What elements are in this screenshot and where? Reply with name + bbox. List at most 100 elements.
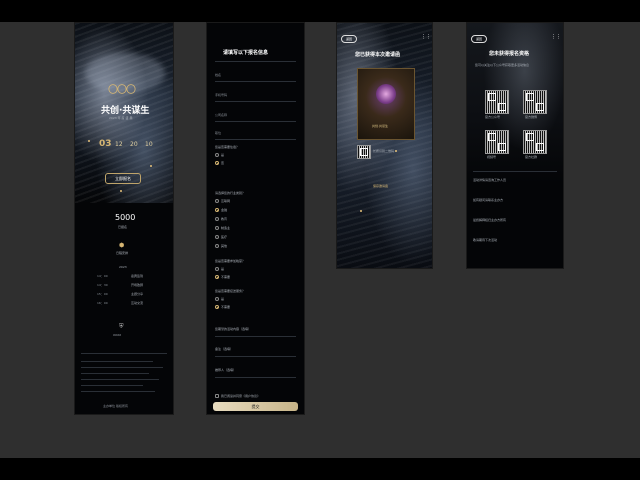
invitation-title: 您已获得本次邀请函 [355, 52, 401, 58]
countdown-seconds: 10 [145, 141, 153, 148]
invitation-card: 共创·共谋生 [357, 68, 415, 140]
signup-button[interactable]: 立即报名 [105, 173, 141, 184]
brand-name: XXXX [113, 333, 122, 337]
schedule-year: 2023 [119, 265, 127, 269]
schedule-item-4: 互动交流 [131, 301, 144, 305]
qr-code-3 [485, 130, 509, 154]
field-name[interactable]: 姓名 [215, 73, 221, 77]
sparkle [88, 140, 90, 142]
signup-form-screen: 请填写以下报名信息 姓名 手机号码 公司名称 职位 您是否需要住宿？ 是 否 请… [207, 23, 304, 414]
radio-dinner-no-label: 不需要 [221, 275, 231, 279]
qr-code-4 [523, 130, 547, 154]
schedule-item-2: 开场致辞 [131, 283, 144, 287]
radio-industry-3[interactable] [215, 217, 219, 221]
radio-industry-5-label: 医疗 [221, 235, 228, 239]
landing-page-screen: 〇〇〇 共创·共谋生 2023 年 度 盛 典 03 12 20 10 立即报名… [75, 23, 173, 414]
radio-dinner-no[interactable] [215, 275, 219, 279]
back-button[interactable]: 返回 [471, 35, 487, 43]
header-background [467, 23, 563, 183]
menu-icon[interactable]: ⋮⋮ [551, 34, 561, 40]
text-line [81, 379, 159, 380]
footer-text: 主办单位 版权所有 [103, 404, 128, 408]
text-field-notes[interactable]: 备注（选填） [215, 347, 233, 351]
save-invitation-link[interactable]: 保存邀请函 [373, 184, 388, 188]
text-field-content[interactable]: 您期望的活动内容（选填） [215, 327, 251, 331]
submit-button[interactable]: 提交 [213, 402, 298, 411]
agree-checkbox[interactable] [215, 394, 219, 398]
text-line [81, 385, 143, 386]
field-position[interactable]: 职位 [215, 131, 221, 135]
field-underline [215, 336, 296, 337]
radio-transfer-no[interactable] [215, 305, 219, 309]
invitation-background [337, 23, 432, 268]
schedule-time-2: 14：30 [97, 283, 108, 287]
divider [215, 61, 296, 62]
field-underline [215, 139, 296, 140]
radio-dinner-yes-label: 是 [221, 267, 225, 271]
field-underline [215, 121, 296, 122]
signup-count: 5000 [115, 213, 136, 222]
qr-label-1: 官方公众号 [485, 115, 501, 119]
text-line [81, 373, 149, 374]
radio-industry-6-label: 其他 [221, 244, 228, 248]
field-company[interactable]: 公司名称 [215, 113, 227, 117]
event-subtitle: 2023 年 度 盛 典 [109, 116, 133, 120]
field-underline [215, 356, 296, 357]
note-4: 敬请期待下次活动 [473, 238, 498, 242]
schedule-icon: ⬢ [119, 242, 125, 249]
form-title: 请填写以下报名信息 [223, 50, 269, 56]
radio-industry-3-label: 教育 [221, 217, 228, 221]
qr-code-1 [485, 90, 509, 114]
text-line [81, 367, 163, 368]
countdown-hours: 12 [115, 141, 123, 148]
sparkle [395, 150, 397, 152]
radio-industry-5[interactable] [215, 235, 219, 239]
radio-transfer-yes[interactable] [215, 297, 219, 301]
field-underline [215, 81, 296, 82]
signup-count-label: 已报名 [118, 225, 128, 229]
schedule-time-4: 16：00 [97, 301, 108, 305]
note-1: 活动详情请咨询工作人员 [473, 178, 507, 182]
invitation-screen: 返回 ⋮⋮ 您已获得本次邀请函 共创·共谋生 长按识别二维码 保存邀请函 [337, 23, 432, 268]
question-transfer: 您是否需要接送服务？ [215, 289, 246, 293]
radio-transfer-no-label: 不需要 [221, 305, 231, 309]
text-field-referrer[interactable]: 推荐人（选填） [215, 368, 236, 372]
shield-icon: ⛨ [119, 323, 124, 330]
schedule-time-1: 14：00 [97, 274, 108, 278]
divider [81, 353, 167, 354]
event-title: 共创·共谋生 [101, 106, 150, 116]
sparkle [360, 210, 362, 212]
schedule-title: 日程安排 [116, 251, 129, 255]
radio-lodging-no[interactable] [215, 161, 219, 165]
radio-industry-1[interactable] [215, 199, 219, 203]
text-line [81, 361, 153, 362]
countdown-days: 03 [99, 139, 112, 149]
event-logo: 〇〇〇 [108, 85, 136, 96]
radio-industry-4-label: 制造业 [221, 226, 231, 230]
radio-industry-6[interactable] [215, 244, 219, 248]
qr-hint: 长按识别二维码 [373, 149, 395, 153]
qr-code [357, 145, 371, 159]
radio-lodging-no-label: 否 [221, 161, 225, 165]
result-title: 您未获得报名资格 [489, 51, 530, 57]
radio-lodging-yes[interactable] [215, 153, 219, 157]
radio-dinner-yes[interactable] [215, 267, 219, 271]
not-qualified-screen: 返回 ⋮⋮ 您未获得报名资格 您可以关注以下公众号获取更多活动信息 官方公众号 … [467, 23, 563, 268]
field-phone[interactable]: 手机号码 [215, 93, 227, 97]
radio-lodging-yes-label: 是 [221, 153, 225, 157]
countdown-minutes: 20 [130, 141, 138, 148]
radio-industry-4[interactable] [215, 226, 219, 230]
qr-label-3: 视频号 [487, 155, 497, 159]
radio-industry-2[interactable] [215, 208, 219, 212]
field-underline [215, 101, 296, 102]
radio-industry-2-label: 金融 [221, 208, 228, 212]
agree-label: 我已阅读并同意《用户协议》 [221, 394, 261, 398]
note-3: 最终解释权归主办方所有 [473, 218, 507, 222]
card-caption: 共创·共谋生 [372, 124, 388, 128]
note-2: 如有疑问请联系主办方 [473, 198, 504, 202]
back-button[interactable]: 返回 [341, 35, 357, 43]
menu-icon[interactable]: ⋮⋮ [421, 34, 431, 40]
orb-graphic [376, 84, 396, 104]
qr-code-2 [523, 90, 547, 114]
radio-transfer-yes-label: 是 [221, 297, 225, 301]
